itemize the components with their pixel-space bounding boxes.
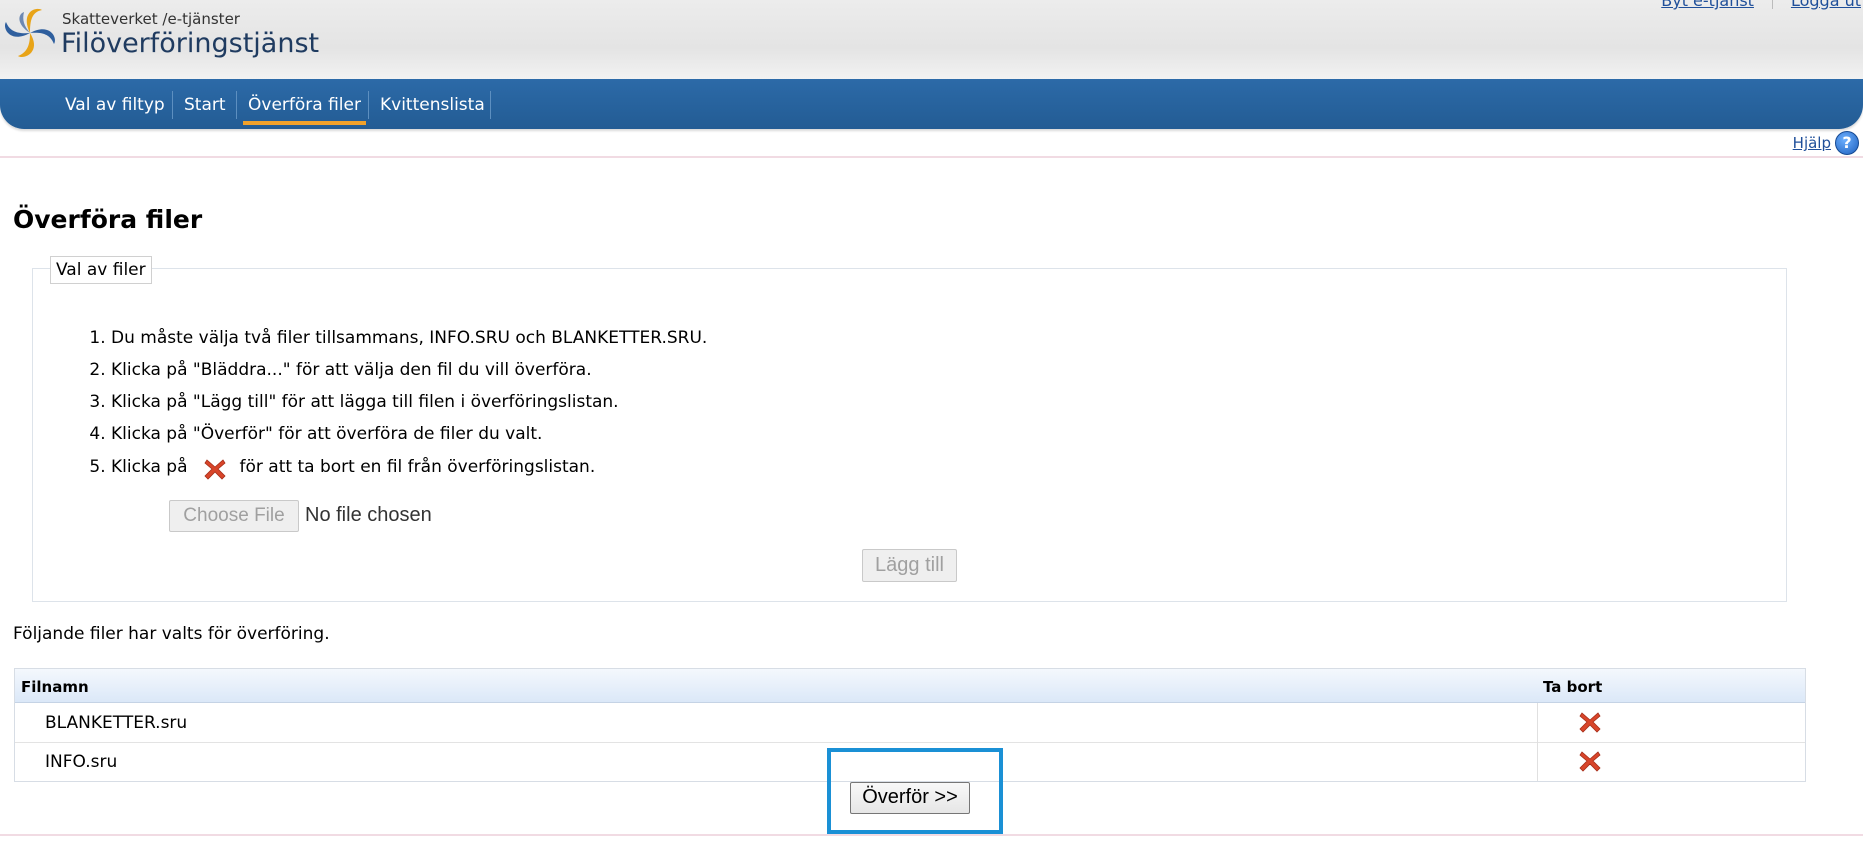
nav-item-transfer-files-label: Överföra filer — [248, 95, 361, 115]
skatteverket-logo — [5, 8, 55, 58]
nav-item-transfer-files[interactable]: Överföra filer — [243, 79, 366, 129]
choose-file-button[interactable]: Choose File — [169, 500, 299, 532]
column-header-remove: Ta bort — [1543, 678, 1603, 696]
no-file-chosen-text: No file chosen — [305, 504, 432, 526]
column-header-filename: Filnamn — [21, 678, 89, 696]
delete-x-icon[interactable] — [1577, 748, 1603, 774]
instruction-step: Du måste välja två filer tillsammans, IN… — [111, 326, 707, 358]
add-file-button[interactable]: Lägg till — [862, 549, 957, 582]
footer-divider — [0, 834, 1863, 836]
nav-item-filetype[interactable]: Val av filtyp — [65, 79, 165, 129]
nav-item-start[interactable]: Start — [184, 79, 226, 129]
instruction-step-text: Klicka på — [111, 457, 188, 477]
switch-service-link[interactable]: Byt e-tjänst — [1661, 0, 1754, 10]
app-title: Filöverföringstjänst — [61, 28, 320, 59]
delete-x-icon[interactable] — [1577, 709, 1603, 735]
main-nav: Val av filtyp Start Överföra filer Kvitt… — [0, 79, 1863, 129]
top-links: Byt e-tjänst Logga ut — [1661, 0, 1861, 10]
file-name-cell: INFO.sru — [45, 752, 118, 772]
logout-link[interactable]: Logga ut — [1791, 0, 1861, 10]
question-icon[interactable]: ? — [1835, 131, 1859, 155]
active-tab-indicator — [243, 121, 366, 125]
transfer-button[interactable]: Överför >> — [850, 782, 970, 814]
selected-files-caption: Följande filer har valts för överföring. — [13, 624, 330, 644]
fieldset-legend: Val av filer — [50, 256, 152, 284]
divider-line — [0, 156, 1863, 158]
instructions-list: Du måste välja två filer tillsammans, IN… — [88, 326, 707, 486]
nav-divider — [236, 91, 237, 119]
instruction-step: Klicka på "Bläddra..." för att välja den… — [111, 358, 707, 390]
column-divider — [1537, 703, 1538, 742]
nav-divider — [172, 91, 173, 119]
help-link[interactable]: Hjälp — [1793, 134, 1831, 152]
instruction-step: Klicka på för att ta bort en fil från öv… — [111, 454, 707, 486]
nav-divider — [490, 91, 491, 119]
instruction-step: Klicka på "Lägg till" för att lägga till… — [111, 390, 707, 422]
column-divider — [1537, 742, 1538, 781]
nav-divider — [368, 91, 369, 119]
link-divider — [1771, 0, 1773, 9]
instruction-step-text: för att ta bort en fil från överföringsl… — [239, 457, 596, 477]
help-link-group: Hjälp? — [1793, 131, 1859, 155]
agency-name: Skatteverket /e-tjänster — [62, 10, 240, 28]
table-row: BLANKETTER.sru — [15, 703, 1805, 743]
page-title: Överföra filer — [13, 205, 203, 234]
table-header: Filnamn Ta bort — [15, 669, 1805, 703]
instruction-step: Klicka på "Överför" för att överföra de … — [111, 422, 707, 454]
app-header: Skatteverket /e-tjänster Filöverföringst… — [0, 0, 1863, 80]
delete-x-icon — [203, 459, 226, 480]
file-name-cell: BLANKETTER.sru — [45, 713, 188, 733]
nav-item-receipts[interactable]: Kvittenslista — [380, 79, 485, 129]
